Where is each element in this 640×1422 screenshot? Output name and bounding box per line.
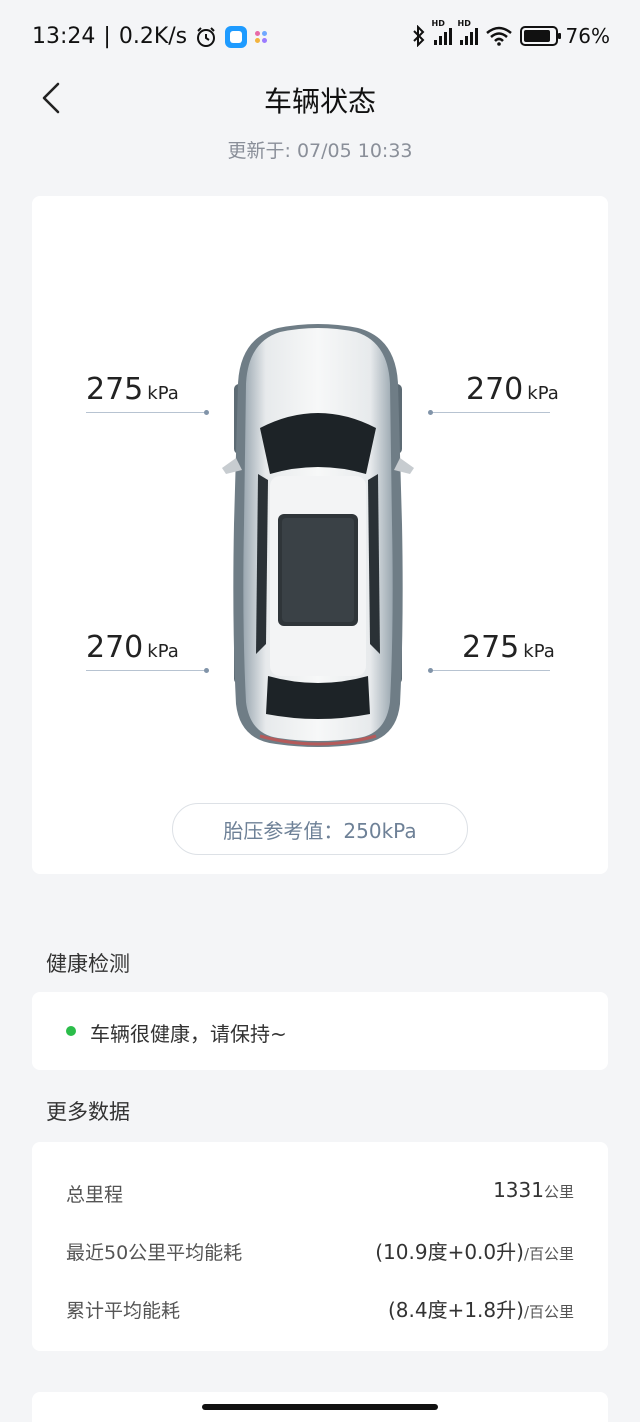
data-row-unit: /百公里 [523,1245,574,1263]
tire-rear-left-value: 270 [86,630,144,665]
signal-icon-2: HD [458,19,478,45]
wifi-icon [485,26,512,46]
data-row-label: 最近50公里平均能耗 [66,1242,243,1264]
battery-icon [519,26,561,46]
cutoff-labels-row [32,196,608,202]
page-title: 车辆状态 [263,85,376,118]
tire-front-right-dot [428,410,433,415]
app-notification-icon [225,25,248,48]
tire-front-left-unit: kPa [147,383,179,404]
data-row-label: 总里程 [66,1184,124,1206]
car-top-view-image [222,324,414,747]
tire-rear-right-line [430,670,550,671]
more-data-section-title: 更多数据 [46,1100,130,1124]
status-time: 13:24 [32,24,96,49]
data-row-unit: 公里 [543,1183,574,1201]
data-row-total-mileage: 总里程 1331公里 [32,1174,608,1214]
data-row-label: 累计平均能耗 [66,1300,181,1322]
data-row-value: 1331公里 [493,1178,574,1202]
tire-front-left-value: 275 [86,372,144,407]
tire-rear-left-unit: kPa [147,641,179,662]
home-indicator[interactable] [202,1404,438,1410]
tire-rear-right-value: 275 [462,630,520,665]
data-row-number: (10.9度+0.0升) [375,1240,524,1264]
data-row-cumulative-consumption: 累计平均能耗 (8.4度+1.8升)/百公里 [32,1290,608,1330]
battery-level: 76% [565,24,610,48]
data-row-recent-consumption: 最近50公里平均能耗 (10.9度+0.0升)/百公里 [32,1232,608,1272]
data-row-value: (10.9度+0.0升)/百公里 [375,1236,574,1265]
tire-rear-right-dot [428,668,433,673]
tire-front-left-pressure: 275 kPa [86,372,179,407]
tire-rear-left-pressure: 270 kPa [86,630,179,665]
status-divider: | [103,24,111,49]
data-row-unit: /百公里 [523,1303,574,1321]
reference-pressure-pill: 胎压参考值：250kPa [172,803,468,855]
data-row-value: (8.4度+1.8升)/百公里 [388,1294,574,1323]
tire-rear-right-unit: kPa [523,641,555,662]
signal-icon-1: HD [432,19,452,45]
tire-front-right-unit: kPa [527,383,559,404]
tire-front-right-value: 270 [466,372,524,407]
tire-front-right-line [430,412,550,413]
tire-front-left-line [86,412,206,413]
assistant-icon [255,30,271,43]
status-bar: 13:24 | 0.2K/s HD HD 76% [0,0,640,76]
data-row-number: (8.4度+1.8升) [387,1298,524,1322]
status-right: HD HD 76% [412,19,610,48]
update-timestamp: 更新于: 07/05 10:33 [227,140,413,162]
tire-rear-left-line [86,670,206,671]
more-data-card: 总里程 1331公里 最近50公里平均能耗 (10.9度+0.0升)/百公里 累… [32,1142,608,1351]
status-net-speed: 0.2K/s [118,24,188,49]
tire-front-left-dot [204,410,209,415]
health-section-title: 健康检测 [46,952,130,976]
health-card: 车辆很健康，请保持~ [32,992,608,1070]
tire-front-right-pressure: 270 kPa [466,372,559,407]
data-row-number: 1331 [493,1178,544,1202]
tire-rear-left-dot [204,668,209,673]
status-left: 13:24 | 0.2K/s [32,24,271,49]
bluetooth-icon [412,25,424,47]
tire-rear-right-pressure: 275 kPa [462,630,555,665]
health-status-dot [66,1026,76,1036]
alarm-icon [197,26,216,47]
health-message: 车辆很健康，请保持~ [90,1022,287,1046]
tire-pressure-card: 275 kPa 270 kPa 270 kPa 275 kPa 胎压参考值：25… [32,196,608,874]
